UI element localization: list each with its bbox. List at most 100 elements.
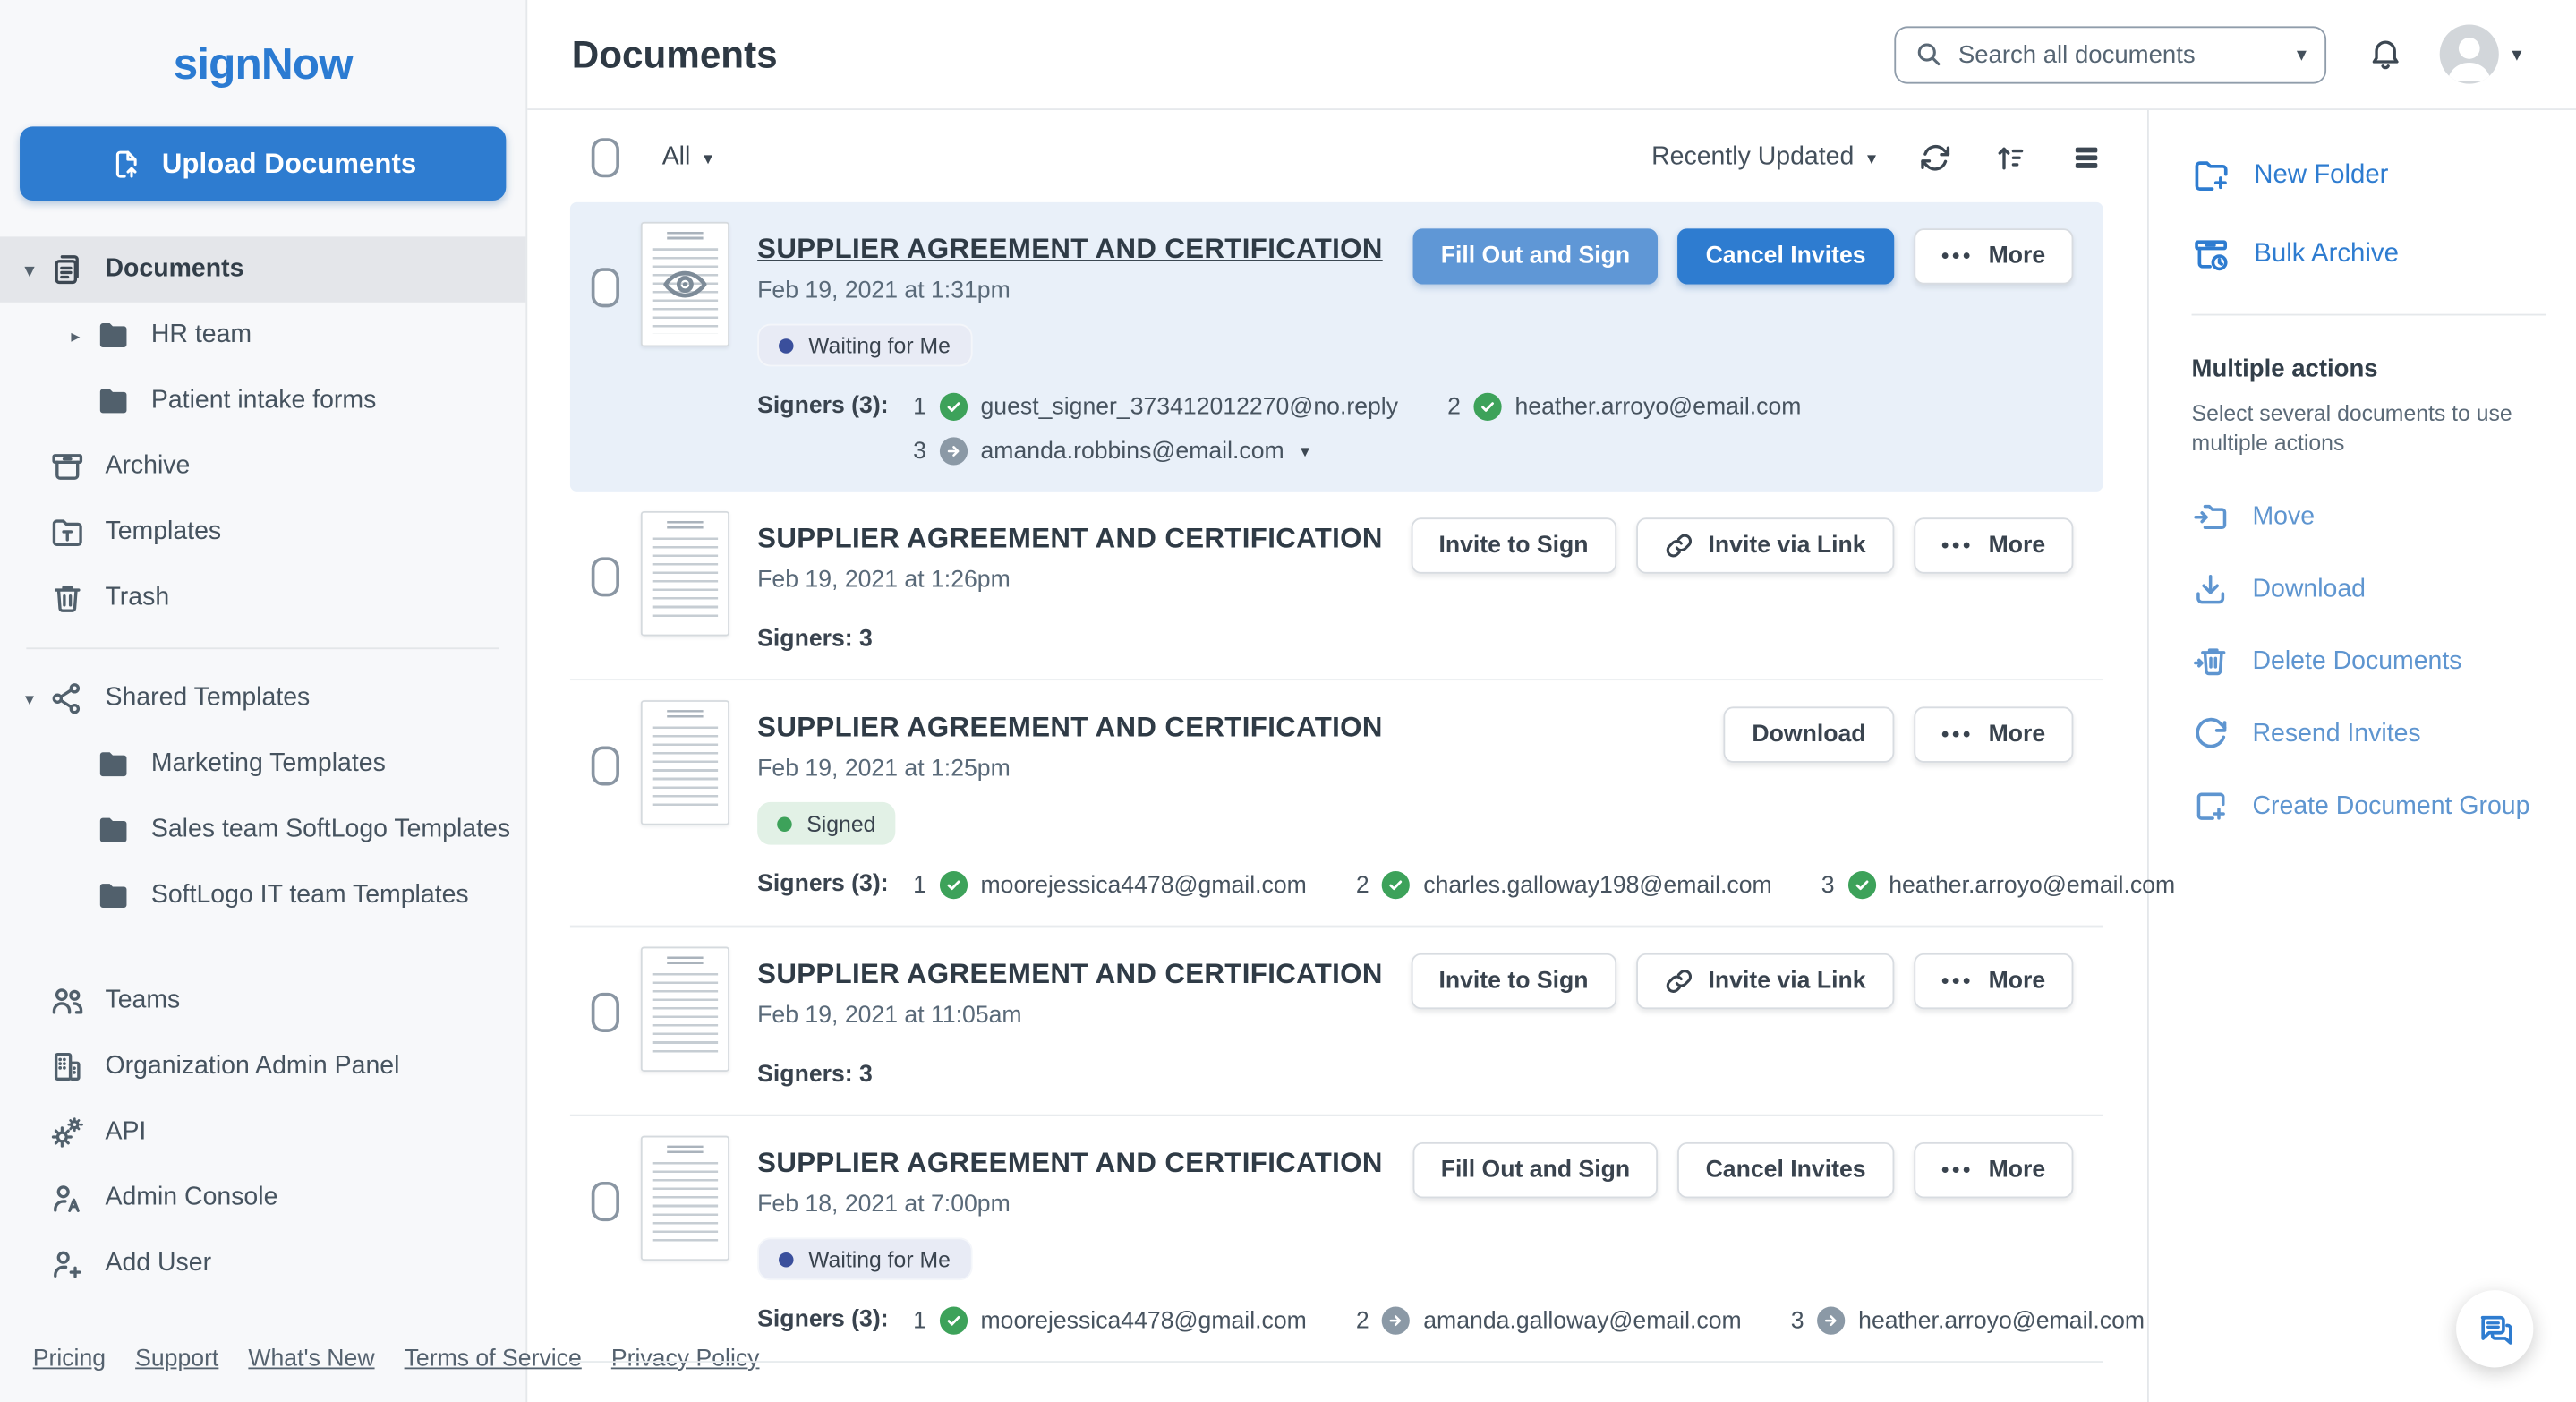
- invite-to-sign-button[interactable]: Invite to Sign: [1411, 953, 1616, 1010]
- delete-documents-button[interactable]: Delete Documents: [2192, 643, 2546, 680]
- document-checkbox[interactable]: [591, 746, 619, 786]
- signer-lines: 1 guest_signer_373412012270@no.reply 2 heat…: [913, 392, 1802, 466]
- document-thumbnail[interactable]: [640, 1135, 729, 1261]
- signer-lines: 1 moorejessica4478@gmail.com 2 charles.gall…: [913, 871, 2175, 900]
- sidebar-item-marketing-templates[interactable]: Marketing Templates: [0, 731, 525, 797]
- sidebar-item-organization-admin-panel[interactable]: Organization Admin Panel: [0, 1034, 525, 1099]
- panel-action-label: Create Document Group: [2252, 791, 2530, 820]
- document-thumbnail[interactable]: [640, 946, 729, 1073]
- upload-icon: [109, 147, 142, 180]
- folder-icon: [95, 877, 131, 913]
- new-folder-button[interactable]: New Folder: [2192, 156, 2546, 195]
- button-label: Cancel Invites: [1705, 243, 1866, 270]
- signer: 2 amanda.galloway@email.com: [1355, 1306, 1742, 1335]
- more-button[interactable]: ••• More: [1913, 706, 2074, 763]
- avatar[interactable]: [2439, 24, 2499, 84]
- header: Documents ▾ ▾: [527, 0, 2576, 111]
- search-dropdown-caret[interactable]: ▾: [2297, 43, 2307, 66]
- document-checkbox[interactable]: [591, 557, 619, 597]
- new-folder-icon: [2192, 156, 2231, 195]
- signer-number: 2: [1355, 1307, 1369, 1334]
- fill-out-and-sign-button[interactable]: Fill Out and Sign: [1412, 1141, 1659, 1199]
- button-label: Fill Out and Sign: [1440, 1157, 1631, 1184]
- cancel-invites-button[interactable]: Cancel Invites: [1677, 228, 1894, 285]
- sidebar-item-teams[interactable]: Teams: [0, 968, 525, 1033]
- sidebar-item-label: Admin Console: [105, 1183, 278, 1212]
- signer: 3 heather.arroyo@email.com: [1821, 871, 2175, 900]
- document-thumbnail[interactable]: [640, 510, 729, 637]
- footer-link-support[interactable]: Support: [135, 1346, 218, 1372]
- document-checkbox[interactable]: [591, 992, 619, 1032]
- search-box[interactable]: ▾: [1894, 25, 2327, 83]
- move-button[interactable]: Move: [2192, 498, 2546, 535]
- sidebar-item-softlogo-it-team-templates[interactable]: SoftLogo IT team Templates: [0, 863, 525, 928]
- document-checkbox[interactable]: [591, 268, 619, 308]
- sort-order-icon[interactable]: [1994, 141, 2027, 175]
- sidebar-item-admin-console[interactable]: Admin Console: [0, 1166, 525, 1231]
- notifications-bell-icon[interactable]: [2367, 36, 2403, 72]
- more-button[interactable]: ••• More: [1913, 1141, 2074, 1199]
- document-actions: Invite to Sign Invite via Link ••• More: [1411, 953, 2074, 1010]
- download-button[interactable]: Download: [1724, 706, 1894, 763]
- filter-dropdown[interactable]: All ▾: [662, 143, 712, 173]
- admin-console-icon: [49, 1180, 85, 1216]
- invite-to-sign-button[interactable]: Invite to Sign: [1411, 517, 1616, 574]
- more-button[interactable]: ••• More: [1913, 517, 2074, 574]
- signer-number: 2: [1355, 871, 1369, 899]
- fill-out-and-sign-button[interactable]: Fill Out and Sign: [1412, 228, 1659, 285]
- signer-dropdown-caret[interactable]: ▾: [1301, 440, 1309, 462]
- sidebar-item-sales-team-softlogo-templates[interactable]: Sales team SoftLogo Templates: [0, 797, 525, 862]
- bulk-archive-button[interactable]: Bulk Archive: [2192, 235, 2546, 275]
- search-input[interactable]: [1958, 39, 2297, 69]
- sidebar-item-label: Sales team SoftLogo Templates: [150, 815, 511, 843]
- sidebar-item-templates[interactable]: Templates: [0, 500, 525, 565]
- sidebar-item-add-user[interactable]: Add User: [0, 1231, 525, 1296]
- signer-email: heather.arroyo@email.com: [1514, 393, 1802, 421]
- thumbnail-text-lines: [652, 1161, 719, 1248]
- sidebar-item-documents[interactable]: ▾ Documents: [0, 236, 526, 303]
- signer-email: amanda.galloway@email.com: [1423, 1307, 1742, 1334]
- sidebar-item-hr-team[interactable]: ▸ HR team: [0, 303, 525, 368]
- account-menu-caret[interactable]: ▾: [2512, 43, 2521, 66]
- panel-action-label: Delete Documents: [2252, 646, 2462, 675]
- footer-link-what-s-new[interactable]: What's New: [248, 1346, 374, 1372]
- create-document-group-button[interactable]: Create Document Group: [2192, 787, 2546, 825]
- button-label: More: [1988, 243, 2046, 270]
- sidebar-item-archive[interactable]: Archive: [0, 434, 525, 500]
- status-badge: Waiting for Me: [757, 323, 972, 367]
- sidebar-item-patient-intake-forms[interactable]: Patient intake forms: [0, 368, 525, 433]
- sidebar-item-api[interactable]: API: [0, 1099, 525, 1165]
- resend-invites-button[interactable]: Resend Invites: [2192, 715, 2546, 753]
- select-all-checkbox[interactable]: [591, 138, 619, 178]
- list-density-icon[interactable]: [2070, 141, 2103, 175]
- panel-multiple-actions: Move Download Delete Documents Resend Invit…: [2192, 498, 2546, 825]
- page-title: Documents: [571, 31, 778, 75]
- panel-link-label: Bulk Archive: [2254, 240, 2399, 269]
- document-checkbox[interactable]: [591, 1182, 619, 1222]
- sidebar-item-label: Documents: [105, 254, 244, 283]
- document-thumbnail[interactable]: [640, 700, 729, 825]
- refresh-icon[interactable]: [1919, 141, 1952, 175]
- download-button[interactable]: Download: [2192, 570, 2546, 608]
- cancel-invites-button[interactable]: Cancel Invites: [1677, 1141, 1894, 1199]
- invite-via-link-button[interactable]: Invite via Link: [1635, 517, 1894, 574]
- caret-down-icon[interactable]: ▾: [20, 688, 39, 709]
- chat-button[interactable]: [2456, 1290, 2534, 1368]
- signers-summary: Signers: 3: [757, 1061, 873, 1089]
- sidebar-item-shared-templates[interactable]: ▾ Shared Templates: [0, 666, 525, 731]
- document-thumbnail[interactable]: [640, 221, 729, 347]
- more-button[interactable]: ••• More: [1913, 228, 2074, 285]
- document-row: SUPPLIER AGREEMENT AND CERTIFICATION Feb …: [569, 201, 2103, 492]
- sidebar-item-trash[interactable]: Trash: [0, 566, 525, 631]
- upload-documents-button[interactable]: Upload Documents: [20, 126, 507, 201]
- add-user-icon: [49, 1246, 85, 1282]
- invite-via-link-button[interactable]: Invite via Link: [1635, 953, 1894, 1010]
- more-button[interactable]: ••• More: [1913, 953, 2074, 1010]
- caret-down-icon[interactable]: ▾: [20, 259, 39, 280]
- signer-number: 3: [913, 438, 926, 465]
- chevron-right-icon[interactable]: ▸: [65, 325, 85, 346]
- sort-dropdown[interactable]: Recently Updated ▾: [1651, 143, 1876, 173]
- footer-link-pricing[interactable]: Pricing: [33, 1346, 106, 1372]
- signer-lines: 1 moorejessica4478@gmail.com 2 amanda.gallo…: [913, 1306, 2145, 1335]
